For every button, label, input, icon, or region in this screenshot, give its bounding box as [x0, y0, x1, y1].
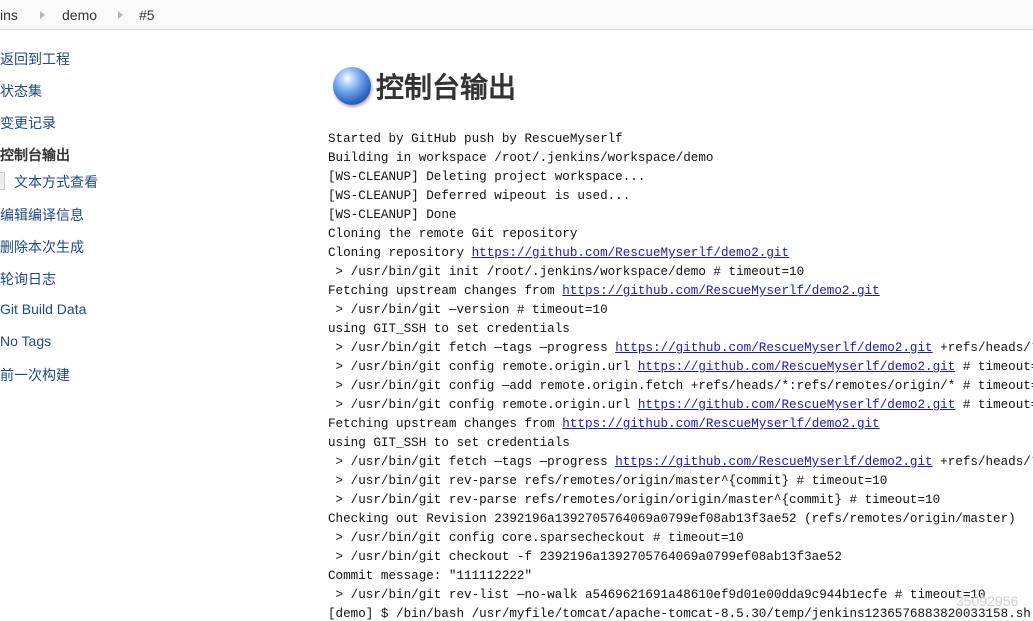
sidebar-item-git-build-data[interactable]: Git Build Data	[0, 301, 86, 317]
console-text: # timeout=10	[962, 360, 1033, 374]
repository-link[interactable]: https://github.com/RescueMyserlf/demo2.g…	[562, 417, 879, 431]
console-line: Checking out Revision 2392196a1392705764…	[328, 512, 1016, 526]
console-line: using GIT_SSH to set credentials	[328, 322, 570, 336]
sidebar-item-back-to-project[interactable]: 返回到工程	[0, 49, 70, 69]
sidebar-item-label: 文本方式查看	[14, 174, 98, 190]
repository-link[interactable]: https://github.com/RescueMyserlf/demo2.g…	[615, 455, 932, 469]
repository-link[interactable]: https://github.com/RescueMyserlf/demo2.g…	[615, 341, 932, 355]
console-line: Building in workspace /root/.jenkins/wor…	[328, 151, 714, 165]
console-line: using GIT_SSH to set credentials	[328, 436, 570, 450]
sidebar-item-delete-build[interactable]: 删除本次生成	[0, 237, 84, 257]
breadcrumb-item-build[interactable]: #5	[139, 7, 155, 23]
watermark: 35092956	[956, 593, 1019, 609]
sidebar-item-edit-build-info[interactable]: 编辑编译信息	[0, 205, 84, 225]
console-line: > /usr/bin/git fetch —tags —progress htt…	[328, 339, 1033, 358]
sidebar-item-changes[interactable]: 变更记录	[0, 113, 56, 133]
console-line: > /usr/bin/git config —add remote.origin…	[328, 379, 1033, 393]
console-line: > /usr/bin/git rev-parse refs/remotes/or…	[328, 474, 888, 488]
breadcrumb: ins demo #5	[0, 0, 1033, 30]
console-line: > /usr/bin/git config core.sparsecheckou…	[328, 531, 744, 545]
console-text: Cloning repository	[328, 246, 472, 260]
console-line: Cloning the remote Git repository	[328, 227, 578, 241]
console-text: > /usr/bin/git fetch —tags —progress	[328, 455, 616, 469]
console-line: > /usr/bin/git rev-list —no-walk a546962…	[328, 588, 986, 602]
console-line: > /usr/bin/git fetch —tags —progress htt…	[328, 453, 1033, 472]
console-line: Started by GitHub push by RescueMyserlf	[328, 132, 623, 146]
sidebar-item-console-output[interactable]: 控制台输出	[0, 145, 70, 165]
console-text: Fetching upstream changes from	[328, 284, 563, 298]
console-text: > /usr/bin/git config remote.origin.url	[328, 360, 638, 374]
console-text: # timeout=10	[962, 398, 1033, 412]
console-line: Fetching upstream changes from https://g…	[328, 415, 880, 434]
sidebar: 返回到工程 状态集 变更记录 控制台输出 文本方式查看 编辑编译信息 删除本次生…	[0, 30, 230, 621]
sidebar-item-status[interactable]: 状态集	[0, 81, 42, 101]
console-line: Cloning repository https://github.com/Re…	[328, 244, 789, 263]
sidebar-item-polling-log[interactable]: 轮询日志	[0, 269, 56, 289]
sidebar-item-no-tags[interactable]: No Tags	[0, 333, 51, 349]
console-line: > /usr/bin/git —version # timeout=10	[328, 303, 608, 317]
console-line: > /usr/bin/git config remote.origin.url …	[328, 396, 1033, 415]
page-title: 控制台输出	[376, 72, 517, 103]
repository-link[interactable]: https://github.com/RescueMyserlf/demo2.g…	[638, 398, 955, 412]
breadcrumb-separator-icon[interactable]	[40, 11, 45, 19]
console-line: Commit message: "111112222"	[328, 569, 533, 583]
breadcrumb-item-demo[interactable]: demo	[62, 7, 97, 23]
console-text: +refs/heads/*:refs	[940, 455, 1033, 469]
console-text: +refs/heads/*:refs	[940, 341, 1033, 355]
console-ball-icon	[333, 67, 371, 105]
console-text: > /usr/bin/git config remote.origin.url	[328, 398, 638, 412]
console-line: > /usr/bin/git init /root/.jenkins/works…	[328, 265, 805, 279]
console-line: [WS-CLEANUP] Done	[328, 208, 457, 222]
repository-link[interactable]: https://github.com/RescueMyserlf/demo2.g…	[472, 246, 789, 260]
console-line: > /usr/bin/git config remote.origin.url …	[328, 358, 1033, 377]
console-line: Fetching upstream changes from https://g…	[328, 282, 880, 301]
console-text: Fetching upstream changes from	[328, 417, 563, 431]
console-line: > /usr/bin/git checkout -f 2392196a13927…	[328, 550, 842, 564]
console-output: Started by GitHub push by RescueMyserlf B…	[328, 130, 1033, 621]
breadcrumb-item-jenkins[interactable]: ins	[0, 7, 18, 23]
console-line: > /usr/bin/git rev-parse refs/remotes/or…	[328, 493, 941, 507]
document-icon	[0, 172, 5, 190]
console-text: > /usr/bin/git fetch —tags —progress	[328, 341, 616, 355]
console-line: [WS-CLEANUP] Deleting project workspace.…	[328, 170, 646, 184]
sidebar-item-previous-build[interactable]: 前一次构建	[0, 365, 70, 385]
console-line: [WS-CLEANUP] Deferred wipeout is used...	[328, 189, 631, 203]
repository-link[interactable]: https://github.com/RescueMyserlf/demo2.g…	[562, 284, 879, 298]
console-line: [demo] $ /bin/bash /usr/myfile/tomcat/ap…	[328, 607, 1031, 621]
breadcrumb-separator-icon[interactable]	[118, 11, 123, 19]
repository-link[interactable]: https://github.com/RescueMyserlf/demo2.g…	[638, 360, 955, 374]
